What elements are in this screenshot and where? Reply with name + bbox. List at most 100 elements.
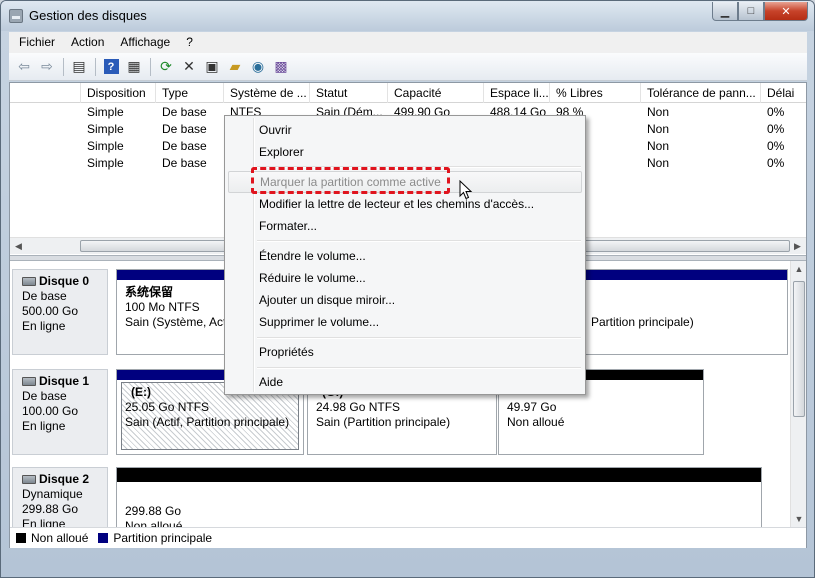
delete-button[interactable]: ✕ [178,56,200,78]
toolbar-separator [63,57,64,76]
delete-x-icon: ✕ [183,58,195,74]
menu-bar: Fichier Action Affichage ? [9,32,807,53]
partition-bar [117,270,233,280]
open-folder-icon: ▰ [229,58,241,74]
column-filesystem[interactable]: Système de ... [224,83,310,103]
hard-disk-icon [22,475,36,484]
volume-size: 25.05 Go NTFS [125,400,210,414]
scroll-up-icon[interactable]: ▲ [791,261,807,277]
disk-2-label[interactable]: Disque 2 Dynamique 299.88 Go En ligne [12,467,108,527]
console-tree-button[interactable]: ▤ [68,56,90,78]
maximize-icon: □ [747,5,755,17]
help-icon: ? [103,59,119,74]
volume-system-reserved[interactable]: 系统保留 100 Mo NTFS Sain (Système, Actif [116,269,234,355]
minimize-button[interactable]: ▁ [712,2,738,21]
legend-item-primary: Partition principale [98,531,212,545]
column-disposition[interactable]: Disposition [81,83,156,103]
cell-overhead: 0% [767,139,785,153]
title-bar[interactable]: Gestion des disques ▁ □ ✕ [1,1,814,31]
cell-type: De base [162,139,207,153]
disk-0-label[interactable]: Disque 0 De base 500.00 Go En ligne [12,269,108,355]
legend-swatch [16,533,26,543]
refresh-button[interactable]: ⟳ [155,56,177,78]
disk-1-label[interactable]: Disque 1 De base 100.00 Go En ligne [12,369,108,455]
cell-type: De base [162,122,207,136]
menu-item-add-mirror[interactable]: Ajouter un disque miroir... [228,289,582,311]
disk-type: De base [22,389,67,403]
menu-item-explore[interactable]: Explorer [228,141,582,163]
column-overhead[interactable]: Délai [761,83,806,103]
cell-disposition: Simple [87,139,124,153]
menu-separator [257,240,581,242]
menu-item-help[interactable]: Aide [228,371,582,393]
close-icon: ✕ [781,5,791,18]
column-free-space[interactable]: Espace li... [484,83,550,103]
cell-fault-tolerance: Non [647,139,670,153]
properties-button[interactable]: ▣ [201,56,223,78]
legend-label: Non alloué [31,531,89,545]
column-capacity[interactable]: Capacité [388,83,484,103]
menu-help[interactable]: ? [178,32,201,53]
minimize-icon: ▁ [720,5,730,18]
volume-status: Sain (Actif, Partition principale) [125,415,290,429]
context-menu: Ouvrir Explorer Marquer la partition com… [224,115,586,395]
unallocated-bar [117,468,761,482]
menu-fichier[interactable]: Fichier [11,32,63,53]
scroll-right-icon[interactable]: ▶ [789,238,806,254]
maximize-button[interactable]: □ [738,2,764,21]
close-button[interactable]: ✕ [764,2,808,21]
disk-name: Disque 1 [39,374,90,388]
scrollbar-thumb[interactable] [793,281,805,417]
column-status[interactable]: Statut [310,83,388,103]
forward-button[interactable]: ⇨ [36,56,58,78]
menu-affichage[interactable]: Affichage [112,32,178,53]
properties-grid-button[interactable]: ▦ [123,56,145,78]
cell-fault-tolerance: Non [647,156,670,170]
menu-item-open[interactable]: Ouvrir [228,119,582,141]
properties-grid-icon: ▦ [127,58,141,74]
volume-status: Sain (Système, Actif [125,315,233,329]
open-button[interactable]: ▰ [224,56,246,78]
disk-state: En ligne [22,517,66,527]
menu-item-properties[interactable]: Propriétés [228,341,582,363]
help-button[interactable]: ? [100,56,122,78]
volume-size: 100 Mo NTFS [125,300,200,314]
column-volume[interactable] [10,83,81,103]
vertical-scrollbar[interactable]: ▲ ▼ [790,261,806,527]
column-fault-tolerance[interactable]: Tolérance de pann... [641,83,761,103]
disk-state: En ligne [22,419,66,433]
window-title: Gestion des disques [29,8,147,23]
back-button[interactable]: ⇦ [13,56,35,78]
menu-item-delete-volume[interactable]: Supprimer le volume... [228,311,582,333]
disk-name: Disque 0 [39,274,90,288]
volume-status: Sain (Partition principale) [316,415,451,429]
disk-size: 299.88 Go [22,502,79,516]
column-percent-free[interactable]: % Libres [550,83,641,103]
menu-action[interactable]: Action [63,32,112,53]
cell-disposition: Simple [87,105,124,119]
scroll-down-icon[interactable]: ▼ [791,511,807,527]
toolbar-separator [150,57,151,76]
column-type[interactable]: Type [156,83,224,103]
menu-item-format[interactable]: Formater... [228,215,582,237]
cell-type: De base [162,156,207,170]
refresh-icon: ⟳ [160,58,172,74]
arrow-left-icon: ⇦ [18,58,30,74]
volume-size: 299.88 Go [125,504,182,518]
menu-item-extend-volume[interactable]: Étendre le volume... [228,245,582,267]
cell-fault-tolerance: Non [647,122,670,136]
volume-size: 49.97 Go [507,400,557,414]
menu-item-change-drive-letter[interactable]: Modifier la lettre de lecteur et les che… [228,193,582,215]
disk-size: 100.00 Go [22,404,79,418]
legend-item-unallocated: Non alloué [16,531,88,545]
wizard-button[interactable]: ▩ [270,56,292,78]
search-volume-icon: ◉ [251,58,265,74]
highlight-annotation [251,167,450,194]
scroll-left-icon[interactable]: ◀ [10,238,27,254]
cell-disposition: Simple [87,122,124,136]
cell-overhead: 0% [767,105,785,119]
window-controls: ▁ □ ✕ [712,2,808,22]
menu-item-shrink-volume[interactable]: Réduire le volume... [228,267,582,289]
search-volume-button[interactable]: ◉ [247,56,269,78]
volume-unallocated-2[interactable]: 299.88 Go Non alloué [116,467,762,527]
